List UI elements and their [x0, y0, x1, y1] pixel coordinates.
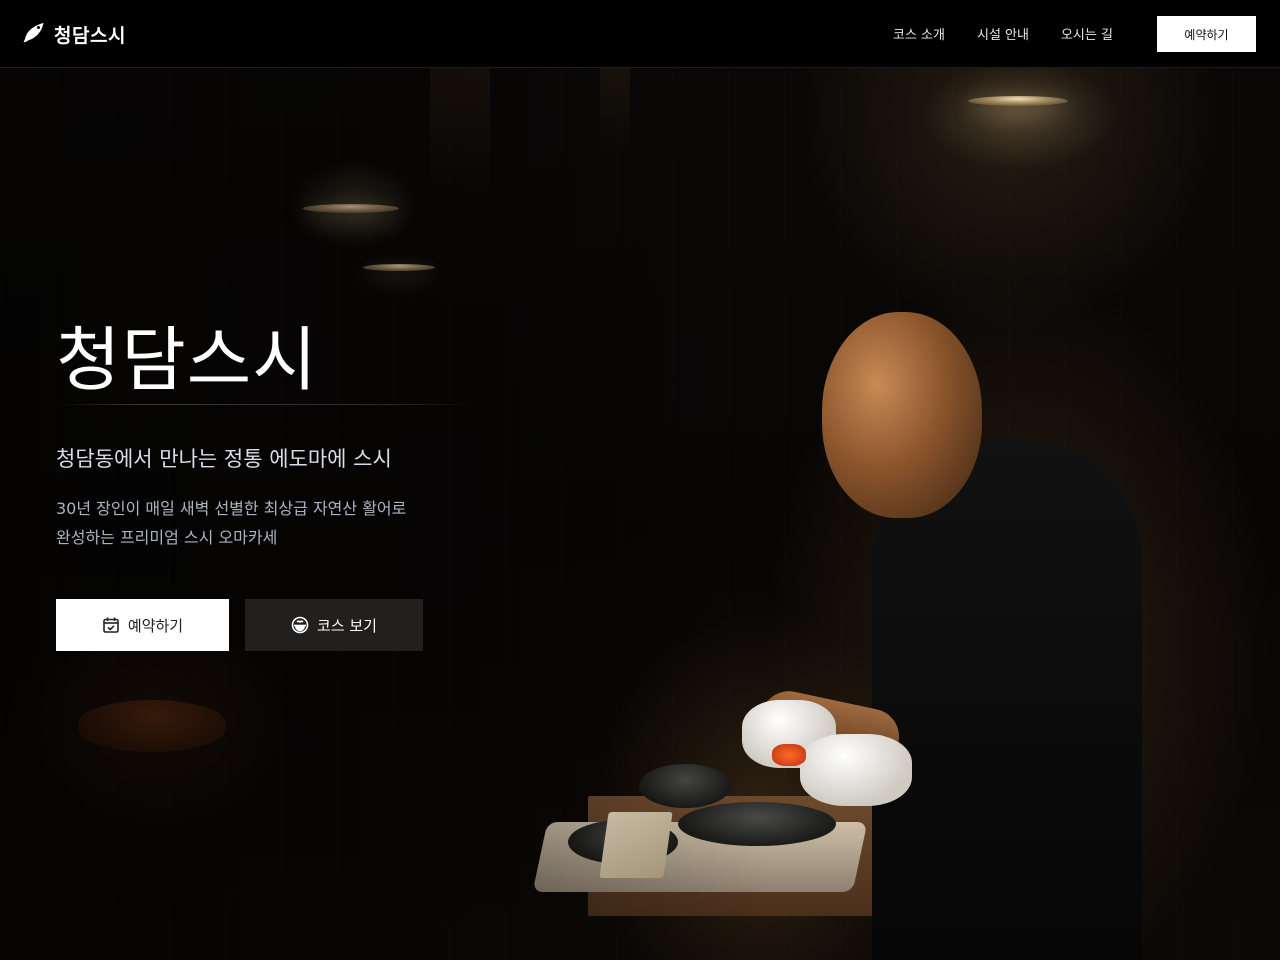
fish-icon [22, 20, 46, 48]
reserve-button-label: 예약하기 [127, 616, 184, 635]
hero-description: 30년 장인이 매일 새벽 선별한 최상급 자연산 활어로 완성하는 프리미엄 … [56, 494, 406, 552]
nav-reserve-button[interactable]: 예약하기 [1157, 16, 1256, 52]
landing-page: 청담스시 코스 소개 시설 안내 오시는 길 예약하기 청담스시 청담동에서 만… [0, 0, 1280, 960]
reserve-button[interactable]: 예약하기 [56, 599, 229, 651]
view-courses-button[interactable]: 코스 보기 [245, 599, 423, 651]
hero-background-image [0, 0, 1280, 960]
hero-description-line: 30년 장인이 매일 새벽 선별한 최상급 자연산 활어로 [56, 499, 407, 518]
nav-links: 코스 소개 시설 안내 오시는 길 [893, 24, 1113, 43]
brand-name: 청담스시 [54, 24, 126, 47]
calendar-check-icon [102, 616, 120, 634]
title-divider [56, 404, 476, 405]
bowl-icon [291, 616, 309, 634]
nav-link-directions[interactable]: 오시는 길 [1061, 24, 1113, 43]
nav-link-courses[interactable]: 코스 소개 [893, 24, 945, 43]
nav-link-facilities[interactable]: 시설 안내 [977, 24, 1029, 43]
top-navigation: 청담스시 코스 소개 시설 안내 오시는 길 예약하기 [0, 0, 1280, 68]
hero-description-line: 완성하는 프리미엄 스시 오마카세 [56, 528, 278, 547]
hero-subtitle: 청담동에서 만나는 정통 에도마에 스시 [56, 447, 392, 471]
brand-logo-link[interactable]: 청담스시 [22, 20, 126, 48]
view-courses-button-label: 코스 보기 [317, 616, 377, 635]
hero-title: 청담스시 [56, 319, 318, 401]
background-overlay [0, 0, 1280, 960]
